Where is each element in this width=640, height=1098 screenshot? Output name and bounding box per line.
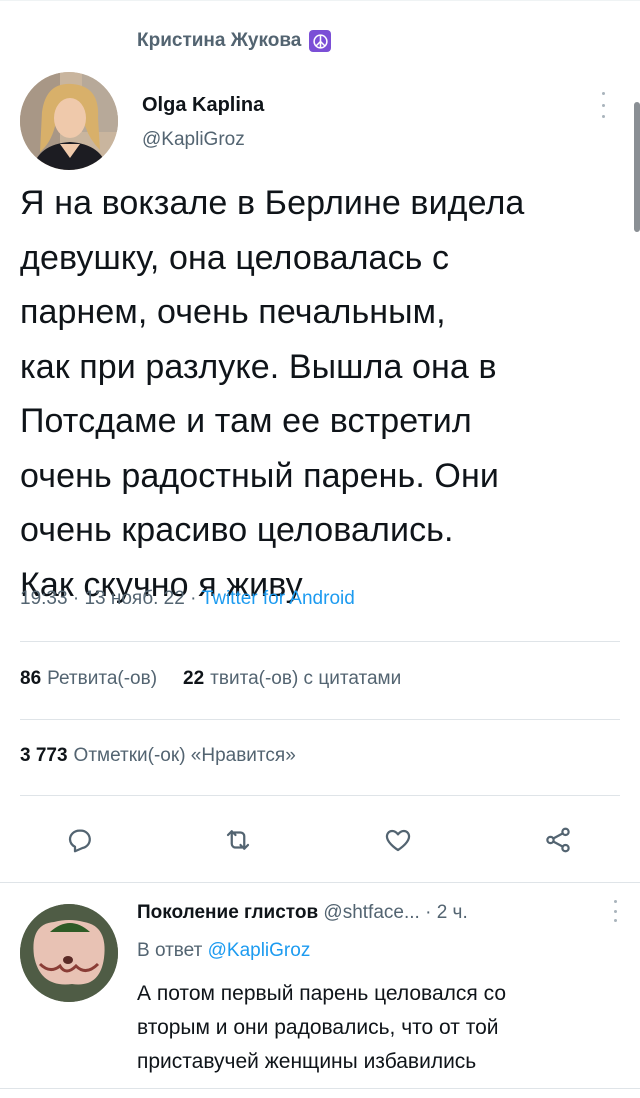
retweet-stats: 86 Ретвита(-ов) 22 твита(-ов) с цитатами	[20, 668, 401, 690]
author-avatar[interactable]	[20, 72, 118, 170]
reply-to-mention[interactable]: @KapliGroz	[208, 940, 311, 961]
author-name[interactable]: Olga Kaplina	[142, 94, 264, 117]
reply-button[interactable]	[58, 818, 102, 862]
reply-avatar[interactable]	[20, 904, 118, 1002]
retweets-stat[interactable]: 86 Ретвита(-ов)	[20, 668, 157, 690]
tweet-time[interactable]: 19:33	[20, 588, 68, 609]
share-icon	[546, 827, 570, 853]
share-button[interactable]	[536, 818, 580, 862]
likes-stats: 3 773 Отметки(-ок) «Нравится»	[20, 745, 296, 767]
top-divider	[0, 0, 640, 1]
reply-more-options-icon[interactable]	[612, 900, 618, 922]
meta-separator: ·	[72, 588, 85, 609]
author-handle[interactable]: @KapliGroz	[142, 129, 245, 151]
tweet-text: Я на вокзале в Берлине видела девушку, о…	[20, 176, 620, 612]
like-icon	[385, 829, 411, 852]
tweet-source[interactable]: Twitter for Android	[202, 588, 355, 609]
more-options-icon[interactable]	[600, 92, 606, 118]
divider	[0, 882, 640, 883]
retweeter-name[interactable]: Кристина Жукова	[137, 30, 301, 52]
reply-header: Поколение глистов @shtface... · 2 ч.	[137, 902, 468, 924]
peace-icon	[309, 30, 332, 52]
reply-line: вторым и они радовались, что от той	[137, 1016, 499, 1039]
retweet-icon	[226, 830, 250, 850]
quotes-stat[interactable]: 22 твита(-ов) с цитатами	[183, 668, 401, 690]
reply-line: А потом первый парень целовался со	[137, 982, 507, 1005]
tweet-line: очень радостный парень. Они	[20, 456, 499, 495]
divider	[20, 719, 620, 720]
tweet-line: Я на вокзале в Берлине видела	[20, 184, 525, 222]
retweet-button[interactable]	[216, 818, 260, 862]
tweet-line: как при разлуке. Вышла она в	[20, 347, 497, 386]
reply-author-handle[interactable]: @shtface...	[323, 902, 419, 923]
reply-icon	[68, 829, 91, 853]
tweet-line: девушку, она целовалась с	[20, 238, 450, 277]
tweet-line: Потсдаме и там ее встретил	[20, 402, 472, 440]
divider	[20, 641, 620, 642]
tweet-meta: 19:33 · 13 нояб. 22 · Twitter for Androi…	[20, 588, 355, 610]
action-bar	[0, 818, 640, 862]
reply-author-name[interactable]: Поколение глистов	[137, 902, 318, 923]
reply-to-line: В ответ @KapliGroz	[137, 940, 310, 962]
reply-time[interactable]: 2 ч.	[437, 902, 468, 923]
divider	[0, 1088, 640, 1089]
reply-text: А потом первый парень целовался со вторы…	[137, 977, 617, 1079]
scrollbar[interactable]	[634, 102, 640, 232]
reply-line: приставучей женщины избавились	[137, 1050, 477, 1073]
likes-stat[interactable]: 3 773 Отметки(-ок) «Нравится»	[20, 745, 296, 767]
like-button[interactable]	[376, 818, 420, 862]
meta-separator: ·	[425, 902, 437, 923]
tweet-date[interactable]: 13 нояб. 22	[84, 588, 184, 609]
author-block: Olga Kaplina @KapliGroz	[20, 72, 620, 172]
reply-to-prefix: В ответ	[137, 940, 203, 961]
tweet-line: очень красиво целовались.	[20, 511, 454, 549]
tweet-line: парнем, очень печальным,	[20, 293, 446, 331]
retweeter-header[interactable]: Кристина Жукова	[137, 30, 332, 52]
meta-separator: ·	[190, 588, 202, 609]
divider	[20, 795, 620, 796]
